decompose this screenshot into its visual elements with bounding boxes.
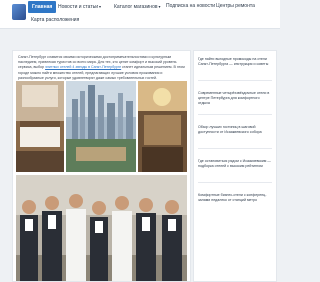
chevron-down-icon: ▾ <box>99 4 102 9</box>
hotel-collage-image <box>16 81 187 172</box>
nav-item-subscribe[interactable]: Подписка на новости <box>166 3 215 10</box>
article-intro: Санкт-Петербург славится своими историче… <box>18 55 185 80</box>
nav-item-catalog[interactable]: Каталог магазинов▾ <box>114 3 161 11</box>
sidebar-post-link[interactable]: Современные четырёхзвёздочные отели в це… <box>198 91 272 106</box>
sidebar-post-link[interactable]: Где найти выгодные промокоды на отели Са… <box>198 57 272 67</box>
sidebar-recent-posts: Где найти выгодные промокоды на отели Са… <box>193 50 277 282</box>
hotel-staff-graphic <box>16 175 187 281</box>
divider <box>198 80 272 81</box>
top-navigation: Главная Новости и статьи▾ Каталог магази… <box>0 0 280 29</box>
site-logo[interactable] <box>12 4 26 20</box>
sidebar-post-link[interactable]: Обзор лучших гостиниц в шаговой доступно… <box>198 125 272 135</box>
nav-item-news[interactable]: Новости и статьи▾ <box>58 3 101 11</box>
hotels-link[interactable]: элитных отелей 4 звезды в Санкт-Петербур… <box>45 65 121 69</box>
hotel-staff-image <box>16 175 187 281</box>
nav-item-map[interactable]: Карта расположения <box>31 17 79 24</box>
sidebar-post-link[interactable]: Комфортные бизнес-отели с конференц-зала… <box>198 193 272 203</box>
sidebar-post-link[interactable]: Где остановиться рядом с Исаакиевским — … <box>198 159 272 169</box>
chevron-down-icon: ▾ <box>158 4 161 9</box>
nav-item-repair[interactable]: Центры ремонта <box>216 3 255 10</box>
divider <box>198 182 272 183</box>
article-card: Санкт-Петербург славится своими историче… <box>12 50 191 282</box>
divider <box>198 148 272 149</box>
divider <box>198 114 272 115</box>
nav-item-home[interactable]: Главная <box>28 1 57 13</box>
hotel-collage-graphic <box>16 81 187 172</box>
